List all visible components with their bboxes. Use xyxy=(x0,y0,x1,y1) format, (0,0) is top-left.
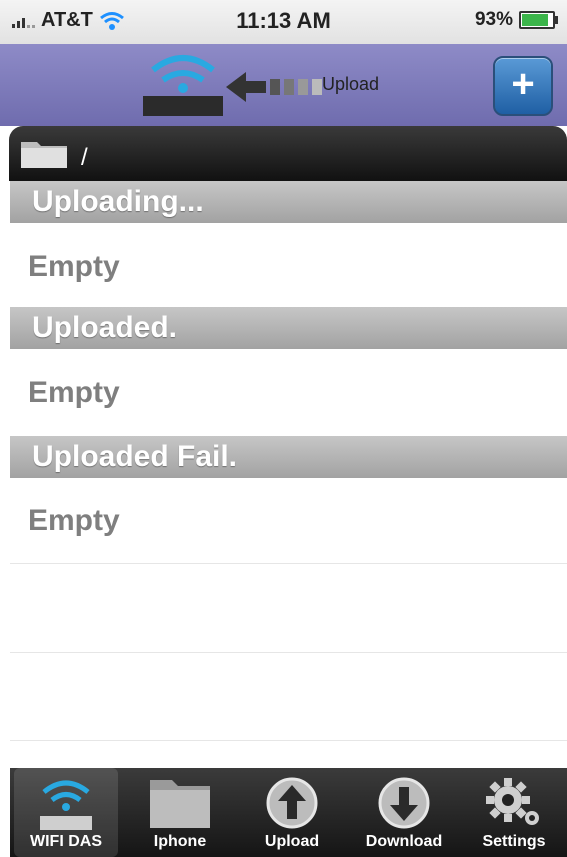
battery-area: 93% xyxy=(474,9,558,31)
tab-label: Upload xyxy=(264,833,320,850)
tab-upload[interactable]: Upload xyxy=(240,768,344,857)
tab-label: Download xyxy=(365,833,443,850)
wifi-drive-logo-icon xyxy=(143,55,223,116)
download-arrow-icon xyxy=(378,777,430,829)
uploaded-fail-empty-row: Empty xyxy=(28,504,120,537)
uploading-empty-row: Empty xyxy=(28,250,120,283)
tab-bar: WIFI DAS Iphone Upload Download Settings xyxy=(10,768,567,857)
row-separator xyxy=(10,563,567,564)
row-separator xyxy=(10,652,567,653)
add-button[interactable]: + xyxy=(493,56,553,116)
section-header-uploading: Uploading... xyxy=(10,181,567,223)
status-bar: AT&T 11:13 AM 93% xyxy=(0,0,567,44)
tab-iphone[interactable]: Iphone xyxy=(128,768,232,857)
row-separator xyxy=(10,740,567,741)
section-header-uploaded-fail: Uploaded Fail. xyxy=(10,436,567,478)
folder-icon xyxy=(150,780,210,828)
tab-label: Iphone xyxy=(153,833,207,850)
tab-label: WIFI DAS xyxy=(30,833,102,850)
upload-arrow-icon xyxy=(266,777,318,829)
uploaded-empty-row: Empty xyxy=(28,376,120,409)
upload-direction-icon xyxy=(226,70,322,104)
tab-label: Settings xyxy=(482,833,546,850)
battery-icon xyxy=(519,11,558,29)
gear-icon xyxy=(486,778,539,825)
current-path: / xyxy=(81,144,88,171)
nav-bar: Upload + xyxy=(0,44,567,126)
upload-status-label: Upload xyxy=(322,74,380,94)
path-bar: / xyxy=(9,126,567,181)
folder-icon[interactable] xyxy=(19,136,69,170)
section-header-uploaded: Uploaded. xyxy=(10,307,567,349)
tab-download[interactable]: Download xyxy=(352,768,456,857)
battery-percent: 93% xyxy=(474,9,513,30)
wifi-drive-icon xyxy=(40,780,92,830)
tab-wifi-das[interactable]: WIFI DAS xyxy=(14,768,118,857)
tab-settings[interactable]: Settings xyxy=(462,768,566,857)
